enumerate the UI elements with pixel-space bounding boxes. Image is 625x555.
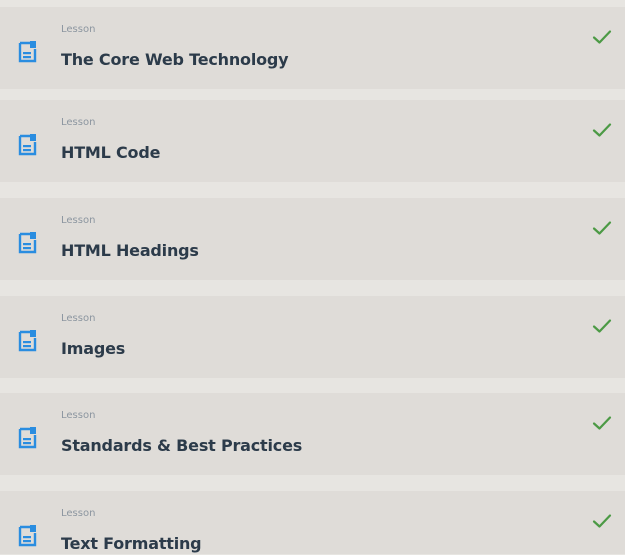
lesson-item[interactable]: Lesson HTML Headings xyxy=(0,198,625,280)
lesson-item[interactable]: Lesson Text Formatting xyxy=(0,491,625,554)
lesson-list: Lesson The Core Web Technology Lesson HT… xyxy=(0,0,625,554)
lesson-type-label: Lesson xyxy=(61,313,96,324)
lesson-item[interactable]: Lesson Images xyxy=(0,296,625,378)
checkmark-icon xyxy=(592,122,612,138)
lesson-title[interactable]: HTML Code xyxy=(61,142,160,164)
lesson-title[interactable]: Images xyxy=(61,338,125,360)
lesson-type-label: Lesson xyxy=(61,410,96,421)
lesson-type-label: Lesson xyxy=(61,215,96,226)
checkmark-icon xyxy=(592,318,612,334)
checkmark-icon xyxy=(592,513,612,529)
lesson-type-label: Lesson xyxy=(61,508,96,519)
lesson-title[interactable]: HTML Headings xyxy=(61,240,199,262)
lesson-item[interactable]: Lesson Standards & Best Practices xyxy=(0,393,625,475)
lesson-title[interactable]: The Core Web Technology xyxy=(61,49,289,71)
checkmark-icon xyxy=(592,29,612,45)
document-icon xyxy=(18,427,38,449)
lesson-item[interactable]: Lesson The Core Web Technology xyxy=(0,7,625,89)
lesson-item[interactable]: Lesson HTML Code xyxy=(0,100,625,182)
document-icon xyxy=(18,525,38,547)
lesson-title[interactable]: Standards & Best Practices xyxy=(61,435,302,457)
lesson-title[interactable]: Text Formatting xyxy=(61,533,202,555)
document-icon xyxy=(18,232,38,254)
document-icon xyxy=(18,134,38,156)
lesson-type-label: Lesson xyxy=(61,24,96,35)
checkmark-icon xyxy=(592,220,612,236)
document-icon xyxy=(18,41,38,63)
document-icon xyxy=(18,330,38,352)
lesson-type-label: Lesson xyxy=(61,117,96,128)
checkmark-icon xyxy=(592,415,612,431)
